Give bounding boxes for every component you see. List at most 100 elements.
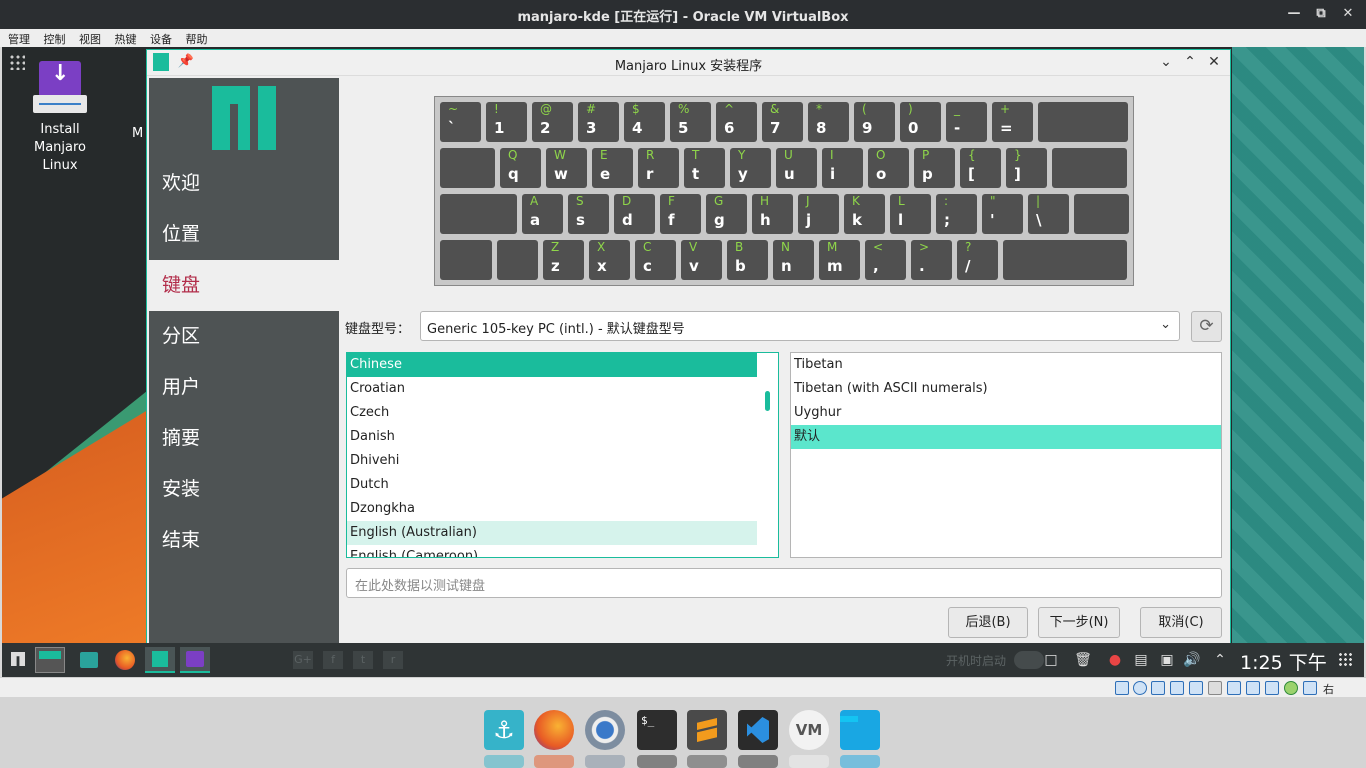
device-notifier-icon[interactable]: ▤ [1131,650,1151,670]
application-menu-icon[interactable] [6,647,36,673]
keyboard-test-placeholder: 在此处数据以测试键盘 [355,579,486,594]
taskbar-manjaro-installer[interactable] [145,647,175,673]
keyboard-key: Cc [635,240,676,280]
variant-list[interactable]: Tibetan Tibetan (with ASCII numerals) Uygh… [790,352,1222,558]
minimize-icon[interactable]: ⌄ [1157,53,1175,71]
cpu-icon[interactable] [1265,681,1279,695]
key-shift-label: ~ [448,102,459,116]
network-adapter-icon[interactable] [1170,681,1184,695]
menu-manage[interactable]: 管理 [0,29,30,47]
vscode-icon[interactable] [738,710,778,750]
layout-list-item[interactable]: Chinese [347,353,757,377]
chevron-up-icon[interactable]: ⌃ [1210,650,1230,670]
cancel-button[interactable]: 取消(C) [1140,607,1222,638]
google-plus-icon[interactable]: G+ [293,651,313,669]
sidebar-step-welcome: 欢迎 [162,172,201,194]
keyboard-key: Oo [868,148,909,188]
sublime-text-icon[interactable] [687,710,727,750]
menu-view[interactable]: 视图 [71,29,101,47]
variant-list-item[interactable]: Tibetan (with ASCII numerals) [791,377,1221,401]
display-icon[interactable] [1227,681,1241,695]
layout-list-item[interactable]: Danish [347,425,778,449]
keyboard-key: (9 [854,102,895,142]
restore-icon[interactable]: ⧉ [1311,4,1331,24]
layout-list-item[interactable]: English (Cameroon) [347,545,778,557]
key-shift-label: L [898,194,905,208]
usb-icon[interactable] [1189,681,1203,695]
terminal-icon[interactable]: $_ [637,710,677,750]
window-title: manjaro-kde [正在运行] - Oracle VM VirtualBo… [517,10,849,25]
key-label: p [922,165,933,183]
variant-list-item[interactable]: 默认 [791,425,1221,449]
keyboard-key: " ' [982,194,1023,234]
clock[interactable]: 1:25 下午 [1240,648,1327,675]
virtual-machine-manager-icon[interactable]: VM [789,710,829,750]
keyboard-model-label: 键盘型号： [345,322,411,337]
close-icon[interactable]: ✕ [1205,53,1223,71]
next-button[interactable]: 下一步(N) [1038,607,1120,638]
shared-folders-icon[interactable] [1208,681,1222,695]
key-label: . [919,257,925,275]
video-capture-icon[interactable] [1246,681,1260,695]
key-shift-label: K [852,194,860,208]
desktop-icon-install[interactable]: ↓ Install Manjaro Linux [15,61,105,175]
keyboard-test-input[interactable]: 在此处数据以测试键盘 [346,568,1222,598]
taskbar-installer-launcher[interactable] [180,647,210,673]
layout-list[interactable]: Chinese Croatian Czech Danish Dhivehi Dutch Dz… [346,352,779,558]
twitter-icon[interactable]: t [353,651,373,669]
layout-list-item[interactable]: English (Australian) [347,521,757,545]
menu-hotkey[interactable]: 热键 [107,29,137,47]
minimize-icon[interactable]: — [1284,4,1304,24]
facebook-icon[interactable]: f [323,651,343,669]
hard-disk-icon[interactable] [1115,681,1129,695]
installer-content: ~ `! 1 @2 #3 $4% 5 ^ 6 & 7 * 8(9) 0 _ - + = Qq Ww Ee Rr Tt Yy Uu… [339,78,1231,646]
key-shift-label: + [1000,102,1011,116]
layout-list-item[interactable]: Dutch [347,473,778,497]
autostart-label: 开机时启动 [946,654,1007,668]
layout-list-item[interactable]: Czech [347,401,778,425]
mouse-integration-icon[interactable] [1303,681,1317,695]
variant-list-item[interactable]: Tibetan [791,353,1221,377]
files-folder-icon[interactable] [840,710,880,750]
maximize-icon[interactable]: ⌃ [1181,53,1199,71]
key-shift-label: } [1014,148,1022,162]
clipboard-icon[interactable]: □ [1041,650,1061,670]
back-button[interactable]: 后退(B) [948,607,1028,638]
keyboard-model-select[interactable]: Generic 105-key PC (intl.) - 默认键盘型号 ⌄ [420,311,1180,341]
browser-dock-icon[interactable] [585,710,625,750]
layout-list-scrollbar[interactable] [765,391,770,411]
panel-grid-icon[interactable] [1338,652,1354,668]
reddit-icon[interactable]: r [383,651,403,669]
autostart-toggle[interactable] [1014,651,1044,669]
firefox-dock-icon[interactable] [534,710,574,750]
layout-list-item[interactable]: Dhivehi [347,449,778,473]
layout-list-item[interactable]: Dzongkha [347,497,778,521]
menu-help[interactable]: 帮助 [178,29,208,47]
key-shift-label: M [827,240,838,254]
optical-drive-icon[interactable] [1133,681,1147,695]
audio-icon[interactable] [1151,681,1165,695]
anchor-icon[interactable]: ⚓ [484,710,524,750]
file-manager-icon[interactable] [74,647,104,673]
show-desktop-icon[interactable] [35,647,65,673]
firefox-icon[interactable] [110,647,140,673]
volume-icon[interactable]: 🔊 [1182,650,1202,670]
variant-list-item[interactable]: Uyghur [791,401,1221,425]
menu-control[interactable]: 控制 [36,29,66,47]
keyboard-key: Vv [681,240,722,280]
key-label: 0 [908,119,919,137]
keyboard-key: Rr [638,148,679,188]
network-icon[interactable]: ▣ [1157,650,1177,670]
layout-list-item[interactable]: Croatian [347,377,778,401]
key-label: g [714,211,725,229]
keyboard-key: Nn [773,240,814,280]
key-shift-label: * [816,102,822,116]
trash-icon[interactable]: 🗑 [1073,650,1093,670]
virtualization-icon[interactable] [1284,681,1298,695]
menu-devices[interactable]: 设备 [142,29,172,47]
reset-model-button[interactable]: ⟳ [1191,311,1222,342]
ghost-notification-icon[interactable]: ● [1105,650,1125,670]
close-icon[interactable]: ✕ [1338,4,1358,24]
keyboard-key: Yy [730,148,771,188]
key-shift-label: ^ [724,102,735,116]
